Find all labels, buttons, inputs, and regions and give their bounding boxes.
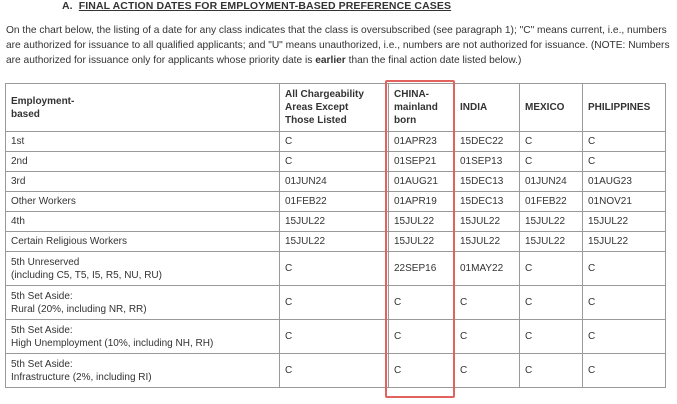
mexico-cell: 15JUL22 (519, 211, 583, 232)
category-cell: 3rd (5, 171, 280, 192)
header-employment-based: Employment-based (5, 83, 280, 132)
philippines-cell: C (582, 319, 666, 354)
india-cell: 01SEP13 (454, 151, 520, 172)
philippines-cell: C (582, 131, 666, 152)
philippines-cell: C (582, 151, 666, 172)
category-cell: 5th Set Aside: High Unemployment (10%, in… (5, 319, 280, 354)
china-cell: 22SEP16 (388, 251, 455, 286)
philippines-cell: C (582, 285, 666, 320)
china-cell: 01APR19 (388, 191, 455, 212)
table-row: 3rd 01JUN24 01AUG21 15DEC13 01JUN24 01AUG23 (5, 171, 666, 192)
header-china: CHINA-mainland born (388, 83, 455, 132)
india-cell: C (454, 319, 520, 354)
all-chargeability-cell: C (279, 319, 389, 354)
mexico-cell: C (519, 131, 583, 152)
philippines-cell: C (582, 353, 666, 388)
india-cell: 15JUL22 (454, 231, 520, 252)
header-mexico: MEXICO (519, 83, 583, 132)
header-philippines: PHILIPPINES (582, 83, 666, 132)
philippines-cell: C (582, 251, 666, 286)
all-chargeability-cell: 01FEB22 (279, 191, 389, 212)
category-cell: 1st (5, 131, 280, 152)
category-cell: 5th Unreserved (including C5, T5, I5, R5,… (5, 251, 280, 286)
table-row: Other Workers 01FEB22 01APR19 15DEC13 01FEB2… (5, 191, 666, 212)
section-marker: A. (62, 0, 73, 12)
section-title: FINAL ACTION DATES FOR EMPLOYMENT-BASED … (78, 0, 452, 12)
all-chargeability-cell: 01JUN24 (279, 171, 389, 192)
philippines-cell: 15JUL22 (582, 211, 666, 232)
final-action-dates-table: Employment-based All Chargeability Areas E… (5, 83, 666, 388)
table-row: 5th Set Aside: Infrastructure (2%, includ… (5, 353, 666, 388)
category-cell: 5th Set Aside: Rural (20%, including NR, … (5, 285, 280, 320)
intro-text-end: than the final action date listed below.… (345, 55, 522, 66)
all-chargeability-cell: C (279, 353, 389, 388)
table-row: 4th 15JUL22 15JUL22 15JUL22 15JUL22 15JUL22 (5, 211, 666, 232)
category-cell: 4th (5, 211, 280, 232)
all-chargeability-cell: C (279, 251, 389, 286)
india-cell: 15DEC13 (454, 191, 520, 212)
section-heading: A. FINAL ACTION DATES FOR EMPLOYMENT-BAS… (62, 0, 451, 12)
all-chargeability-cell: 15JUL22 (279, 231, 389, 252)
mexico-cell: 01FEB22 (519, 191, 583, 212)
table-row: 1st C 01APR23 15DEC22 C C (5, 131, 666, 152)
category-cell: 5th Set Aside: Infrastructure (2%, includ… (5, 353, 280, 388)
india-cell: C (454, 285, 520, 320)
table-header-row: Employment-based All Chargeability Areas E… (5, 83, 666, 132)
china-cell: 15JUL22 (388, 231, 455, 252)
table-row: 5th Set Aside: Rural (20%, including NR, … (5, 285, 666, 320)
all-chargeability-cell: C (279, 131, 389, 152)
table-row: 2nd C 01SEP21 01SEP13 C C (5, 151, 666, 172)
mexico-cell: C (519, 251, 583, 286)
philippines-cell: 01AUG23 (582, 171, 666, 192)
china-cell: C (388, 285, 455, 320)
india-cell: 01MAY22 (454, 251, 520, 286)
all-chargeability-cell: C (279, 151, 389, 172)
mexico-cell: C (519, 353, 583, 388)
category-cell: Certain Religious Workers (5, 231, 280, 252)
india-cell: 15DEC13 (454, 171, 520, 192)
india-cell: C (454, 353, 520, 388)
china-cell: C (388, 353, 455, 388)
china-cell: 01SEP21 (388, 151, 455, 172)
mexico-cell: C (519, 151, 583, 172)
mexico-cell: C (519, 319, 583, 354)
mexico-cell: C (519, 285, 583, 320)
india-cell: 15DEC22 (454, 131, 520, 152)
table-body: 1st C 01APR23 15DEC22 C C 2nd C 01SEP21 01SEP13 C C… (5, 131, 666, 388)
mexico-cell: 15JUL22 (519, 231, 583, 252)
category-cell: Other Workers (5, 191, 280, 212)
table-row: 5th Unreserved (including C5, T5, I5, R5,… (5, 251, 666, 286)
china-cell: 01AUG21 (388, 171, 455, 192)
header-india: INDIA (454, 83, 520, 132)
table-row: Certain Religious Workers 15JUL22 15JUL22 1… (5, 231, 666, 252)
philippines-cell: 01NOV21 (582, 191, 666, 212)
all-chargeability-cell: 15JUL22 (279, 211, 389, 232)
all-chargeability-cell: C (279, 285, 389, 320)
category-cell: 2nd (5, 151, 280, 172)
china-cell: 15JUL22 (388, 211, 455, 232)
mexico-cell: 01JUN24 (519, 171, 583, 192)
philippines-cell: 15JUL22 (582, 231, 666, 252)
intro-paragraph: On the chart below, the listing of a dat… (6, 23, 670, 68)
china-cell: 01APR23 (388, 131, 455, 152)
table-row: 5th Set Aside: High Unemployment (10%, in… (5, 319, 666, 354)
china-cell: C (388, 319, 455, 354)
intro-emphasis: earlier (315, 55, 346, 66)
header-all-chargeability: All Chargeability Areas Except Those Liste… (279, 83, 389, 132)
india-cell: 15JUL22 (454, 211, 520, 232)
